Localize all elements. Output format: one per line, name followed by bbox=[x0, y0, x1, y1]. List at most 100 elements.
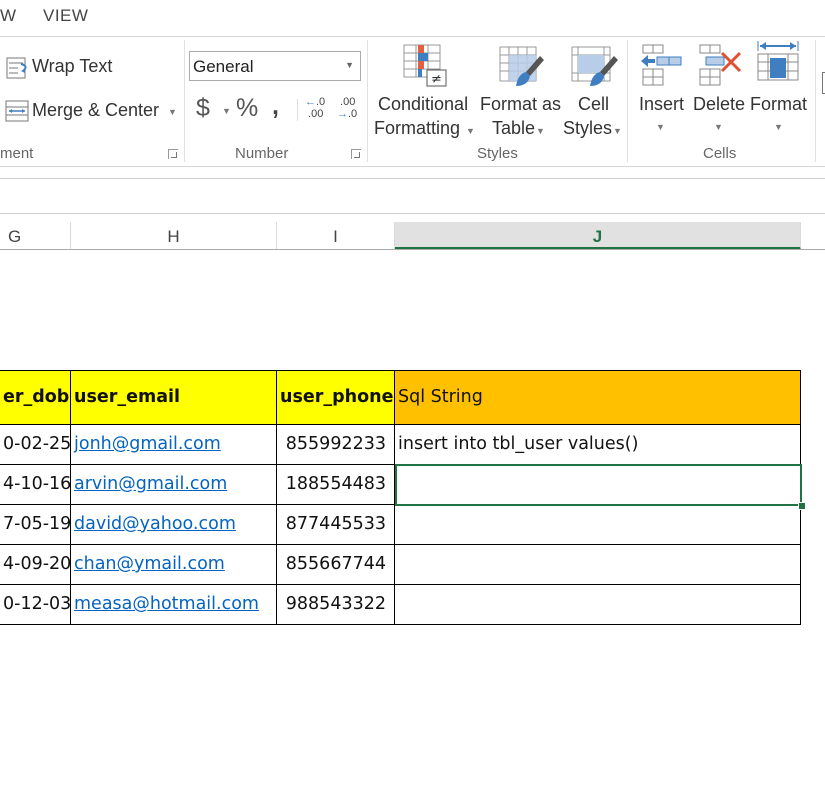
email-link[interactable]: chan@ymail.com bbox=[74, 554, 225, 574]
table-gridline bbox=[70, 370, 71, 625]
cell-user-phone[interactable]: 988543322 bbox=[277, 584, 395, 624]
cell-user-phone[interactable]: 855667744 bbox=[277, 544, 395, 584]
cell-user-email[interactable]: david@yahoo.com bbox=[71, 504, 277, 544]
format-cells-icon bbox=[757, 41, 799, 81]
insert-cells-icon bbox=[641, 44, 682, 86]
dollar-icon: $ bbox=[196, 94, 210, 122]
cell-user-email[interactable]: jonh@gmail.com bbox=[71, 424, 277, 464]
cell-styles-icon bbox=[571, 46, 618, 86]
column-header-border bbox=[0, 249, 825, 250]
group-separator bbox=[815, 40, 816, 162]
percent-style-button[interactable]: % bbox=[236, 94, 258, 123]
comma-style-button[interactable]: , bbox=[272, 92, 279, 121]
chevron-down-icon: ▼ bbox=[168, 107, 177, 117]
header-cell-user-dob[interactable]: er_dob bbox=[0, 370, 71, 424]
header-cell-user-phone[interactable]: user_phone bbox=[277, 370, 395, 424]
email-link[interactable]: measa@hotmail.com bbox=[74, 594, 259, 614]
format-as-table-label-2: Table bbox=[492, 118, 536, 138]
cell-user-dob[interactable]: 4-09-20 bbox=[0, 544, 71, 584]
cell-styles-button[interactable]: Cell Styles ▼ bbox=[562, 42, 624, 140]
increase-decimal-icon: ←.0 .00 bbox=[305, 96, 326, 120]
cell-styles-label-2: Styles bbox=[563, 118, 613, 138]
table-gridline bbox=[276, 370, 277, 625]
alignment-dialog-launcher-icon[interactable] bbox=[168, 149, 178, 159]
svg-text:≠: ≠ bbox=[431, 72, 442, 87]
cell-user-phone[interactable]: 188554483 bbox=[277, 464, 395, 504]
delete-cells-icon bbox=[699, 44, 742, 86]
column-header-j[interactable]: J bbox=[395, 222, 801, 250]
tab-review[interactable]: W bbox=[0, 6, 17, 26]
wrap-text-icon bbox=[6, 57, 27, 79]
delete-label: Delete bbox=[693, 94, 746, 114]
cells-group-label: Cells bbox=[703, 145, 737, 162]
chevron-down-icon: ▼ bbox=[656, 122, 665, 132]
format-as-table-label-1: Format as bbox=[480, 94, 562, 114]
table-gridline bbox=[0, 624, 801, 625]
cell-sql-string[interactable] bbox=[395, 504, 801, 544]
merge-center-icon bbox=[5, 100, 29, 122]
chevron-down-icon: ▼ bbox=[774, 122, 783, 132]
header-cell-user-email[interactable]: user_email bbox=[71, 370, 277, 424]
delete-button[interactable]: Delete ▼ bbox=[690, 42, 748, 140]
conditional-formatting-button[interactable]: ≠ Conditional Formatting ▼ bbox=[372, 42, 476, 140]
format-as-table-icon bbox=[499, 46, 544, 86]
cell-user-dob[interactable]: 0-12-03 bbox=[0, 584, 71, 624]
email-link[interactable]: arvin@gmail.com bbox=[74, 474, 227, 494]
column-header-g[interactable]: G bbox=[0, 222, 71, 249]
number-dialog-launcher-icon[interactable] bbox=[351, 149, 361, 159]
format-as-table-button[interactable]: Format as Table ▼ bbox=[478, 42, 562, 140]
conditional-formatting-label-2: Formatting bbox=[374, 118, 461, 138]
group-separator bbox=[367, 40, 368, 162]
chevron-down-icon: ▼ bbox=[714, 122, 723, 132]
chevron-down-icon: ▼ bbox=[222, 106, 231, 116]
cell-user-email[interactable]: chan@ymail.com bbox=[71, 544, 277, 584]
merge-center-label: Merge & Center bbox=[32, 100, 160, 120]
tab-view[interactable]: VIEW bbox=[43, 6, 88, 26]
cell-user-phone[interactable]: 877445533 bbox=[277, 504, 395, 544]
column-header-i[interactable]: I bbox=[277, 222, 395, 249]
decrease-decimal-icon: .00 →.0 bbox=[337, 96, 358, 120]
increase-decimal-button[interactable]: ←.0 .00 bbox=[305, 96, 331, 124]
conditional-formatting-label-1: Conditional bbox=[378, 94, 469, 114]
insert-label: Insert bbox=[639, 94, 685, 114]
cell-user-dob[interactable]: 7-05-19 bbox=[0, 504, 71, 544]
chevron-down-icon: ▼ bbox=[613, 126, 622, 136]
format-button[interactable]: Format ▼ bbox=[748, 41, 810, 140]
cell-user-dob[interactable]: 0-02-25 bbox=[0, 424, 71, 464]
chevron-down-icon: ▼ bbox=[345, 60, 354, 70]
cell-sql-string[interactable] bbox=[395, 544, 801, 584]
conditional-formatting-icon: ≠ bbox=[403, 44, 447, 87]
divider bbox=[297, 99, 298, 121]
chevron-down-icon: ▼ bbox=[466, 126, 475, 136]
decrease-decimal-button[interactable]: .00 →.0 bbox=[337, 96, 363, 124]
column-header-h[interactable]: H bbox=[71, 222, 277, 249]
wrap-text-button[interactable]: Wrap Text bbox=[4, 54, 134, 82]
cell-sql-string[interactable]: insert into tbl_user values() bbox=[395, 424, 801, 464]
styles-group-label: Styles bbox=[477, 145, 518, 162]
currency-format-button[interactable]: $ ▼ bbox=[196, 94, 234, 124]
email-link[interactable]: jonh@gmail.com bbox=[74, 434, 221, 454]
table-gridline bbox=[0, 544, 801, 545]
cell-styles-label-1: Cell bbox=[578, 94, 610, 114]
cell-user-dob[interactable]: 4-10-16 bbox=[0, 464, 71, 504]
alignment-group-label: ment bbox=[0, 145, 34, 162]
merge-center-button[interactable]: Merge & Center ▼ bbox=[4, 98, 179, 126]
number-group-label: Number bbox=[235, 145, 289, 162]
cell-user-email[interactable]: measa@hotmail.com bbox=[71, 584, 277, 624]
formula-bar[interactable] bbox=[0, 178, 825, 214]
cell-user-phone[interactable]: 855992233 bbox=[277, 424, 395, 464]
wrap-text-label: Wrap Text bbox=[32, 56, 113, 76]
email-link[interactable]: david@yahoo.com bbox=[74, 514, 236, 534]
fill-handle[interactable] bbox=[798, 502, 806, 510]
cell-user-email[interactable]: arvin@gmail.com bbox=[71, 464, 277, 504]
active-cell-selection[interactable] bbox=[395, 464, 802, 506]
table-gridline bbox=[0, 424, 801, 425]
group-separator bbox=[184, 40, 185, 162]
format-label: Format bbox=[750, 94, 808, 114]
insert-button[interactable]: Insert ▼ bbox=[634, 42, 688, 140]
table-gridline bbox=[0, 370, 801, 371]
header-cell-sql-string[interactable]: Sql String bbox=[395, 370, 801, 424]
table-gridline bbox=[0, 584, 801, 585]
cell-sql-string[interactable] bbox=[395, 584, 801, 624]
number-format-select[interactable]: General ▼ bbox=[189, 51, 361, 81]
